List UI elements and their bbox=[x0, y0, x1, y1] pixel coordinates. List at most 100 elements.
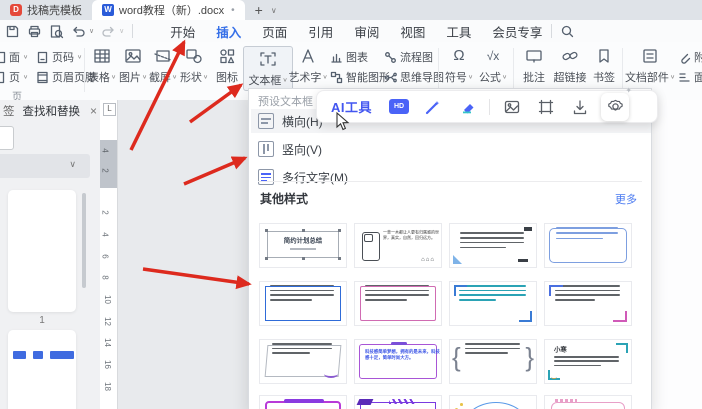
menu-tab-view[interactable]: 视图 bbox=[399, 20, 426, 43]
find-input[interactable] bbox=[0, 126, 14, 150]
textbox-style-thumbnail[interactable] bbox=[544, 223, 632, 268]
redo-chevron-icon[interactable]: ∨ bbox=[119, 27, 124, 35]
flowchart-button[interactable]: 流程图 bbox=[384, 49, 433, 65]
screenshot-button[interactable]: 截屏 ∨ bbox=[148, 46, 178, 85]
ruler-number: 16 bbox=[102, 360, 112, 369]
textbox-style-thumbnail[interactable] bbox=[449, 281, 537, 326]
ruler-number: 2 bbox=[100, 210, 110, 215]
menu-tab-tools[interactable]: 工具 bbox=[445, 20, 472, 43]
textbox-style-thumbnail[interactable]: 科技感简单梦想，拥有的是未来，科技感十足，简单时尚大方。 bbox=[354, 339, 442, 384]
picture-icon bbox=[123, 46, 143, 66]
textbox-button[interactable]: 文本框 ∨ bbox=[243, 46, 293, 91]
scroll-shape bbox=[362, 232, 380, 261]
textbox-style-thumbnail[interactable]: {} bbox=[449, 339, 537, 384]
menu-tab-member[interactable]: 会员专享 bbox=[491, 20, 543, 43]
undo-chevron-icon[interactable]: ∨ bbox=[89, 27, 94, 35]
ruler-number: 2 bbox=[100, 168, 110, 173]
cover-button[interactable]: 面 ∨ bbox=[0, 49, 28, 65]
bookmark-button[interactable]: 书签 bbox=[590, 46, 618, 85]
mindmap-icon bbox=[384, 71, 397, 84]
redo-icon[interactable] bbox=[101, 24, 116, 39]
textbox-style-thumbnail[interactable] bbox=[259, 395, 347, 409]
ai-floating-toolbar: AI工具 HD ✦ bbox=[316, 86, 658, 123]
textbox-style-thumbnail[interactable]: 简约计划总结 bbox=[259, 223, 347, 268]
find-replace-sidebar: 签 查找和替换 × ∨ 1 bbox=[0, 100, 101, 409]
settings-button[interactable]: ✦ bbox=[601, 86, 632, 121]
mindmap-button[interactable]: 思维导图 bbox=[384, 69, 444, 85]
textbox-style-thumbnail[interactable] bbox=[544, 281, 632, 326]
smartart-icon bbox=[330, 71, 343, 84]
textbox-style-thumbnail[interactable] bbox=[259, 339, 347, 384]
symbol-button[interactable]: Ω 符号 ∨ bbox=[443, 46, 475, 85]
sidebar-tab-find-replace[interactable]: 查找和替换 bbox=[23, 103, 81, 119]
icons-button[interactable]: 图标 bbox=[212, 46, 242, 85]
menu-tab-home[interactable]: 开始 bbox=[169, 20, 196, 43]
textbox-style-thumbnail[interactable]: 一草一木都让人更有归属感的世界，真实，自然，回归远方。 ⌂⌂⌂ bbox=[354, 223, 442, 268]
docer-icon: D bbox=[10, 4, 22, 16]
menu-tab-reference[interactable]: 引用 bbox=[307, 20, 334, 43]
eraser-button[interactable] bbox=[450, 98, 484, 116]
attachment-button[interactable]: 附件 bbox=[678, 49, 702, 65]
menu-item-multiline-textbox[interactable]: 多行文字(M) bbox=[251, 165, 651, 189]
smartart-button[interactable]: 智能图形 bbox=[330, 69, 390, 85]
screenshot-icon bbox=[153, 46, 173, 66]
doc-parts-button[interactable]: 文档部件 ∨ bbox=[625, 46, 675, 85]
wordart-button[interactable]: 艺术字 ∨ bbox=[288, 46, 328, 85]
page-thumbnail-1[interactable] bbox=[8, 190, 76, 312]
find-options-dropdown[interactable]: ∨ bbox=[0, 154, 90, 178]
textbox-style-thumbnail[interactable] bbox=[259, 281, 347, 326]
cut-off-button[interactable]: 面 bbox=[678, 69, 702, 85]
menu-tab-review[interactable]: 审阅 bbox=[353, 20, 380, 43]
textbox-style-thumbnail[interactable] bbox=[354, 281, 442, 326]
download-button[interactable] bbox=[563, 98, 597, 116]
paperclip-icon bbox=[678, 51, 691, 64]
title-bar: D 找稿壳模板 W word教程（新）.docx • + ∨ bbox=[0, 0, 702, 20]
ruler-number: 12 bbox=[102, 317, 112, 326]
textbox-style-thumbnail[interactable] bbox=[449, 223, 537, 268]
menu-item-vertical-textbox[interactable]: 竖向(V) bbox=[251, 137, 651, 161]
sidebar-close-icon[interactable]: × bbox=[90, 104, 97, 118]
tab-stop-selector[interactable]: L bbox=[103, 103, 116, 116]
page-number-label: 页码 bbox=[52, 52, 74, 64]
tab-current-document[interactable]: W word教程（新）.docx • bbox=[92, 0, 245, 20]
textbox-style-thumbnail[interactable] bbox=[354, 395, 442, 409]
textbox-style-thumbnail[interactable]: 小寒 bbox=[544, 339, 632, 384]
sidebar-tab-bookmark-partial[interactable]: 签 bbox=[3, 103, 15, 119]
formula-button[interactable]: √x 公式 ∨ bbox=[477, 46, 509, 85]
undo-icon[interactable] bbox=[71, 24, 86, 39]
print-icon[interactable] bbox=[27, 24, 42, 39]
more-link[interactable]: 更多 bbox=[615, 191, 637, 207]
doc-parts-icon bbox=[640, 46, 660, 66]
chart-button[interactable]: 图表 bbox=[330, 49, 368, 65]
search-icon[interactable] bbox=[560, 24, 575, 39]
comment-button[interactable]: 批注 bbox=[518, 46, 550, 85]
ruler-number: 6 bbox=[100, 254, 110, 259]
blank-page-button[interactable]: 页 ∨ bbox=[0, 69, 28, 85]
menu-tab-page[interactable]: 页面 bbox=[261, 20, 288, 43]
icons-icon bbox=[217, 46, 237, 66]
page-thumbnail-2[interactable] bbox=[8, 330, 76, 409]
tab-docer-template[interactable]: D 找稿壳模板 bbox=[0, 0, 92, 20]
table-button[interactable]: 表格 ∨ bbox=[86, 46, 118, 85]
menu-tab-insert[interactable]: 插入 bbox=[215, 20, 242, 46]
magic-wand-button[interactable] bbox=[416, 98, 450, 116]
tab-list-chevron-icon[interactable]: ∨ bbox=[271, 6, 277, 15]
textbox-style-thumbnail[interactable] bbox=[544, 395, 632, 409]
textbox-style-thumbnail[interactable] bbox=[449, 395, 537, 409]
shapes-button[interactable]: 形状 ∨ bbox=[178, 46, 210, 85]
page-number-button[interactable]: 页码 ∨ bbox=[36, 49, 82, 65]
menu-tabs: 开始 插入 页面 引用 审阅 视图 工具 会员专享 bbox=[169, 20, 543, 46]
ruler-number: 14 bbox=[102, 338, 112, 347]
hyperlink-button[interactable]: 超链接 bbox=[552, 46, 588, 85]
picture-button[interactable]: 图片 ∨ bbox=[118, 46, 148, 85]
sidebar-scrollbar[interactable] bbox=[82, 193, 86, 288]
ai-tools-button[interactable]: AI工具 bbox=[331, 97, 372, 116]
thumb-text: 科技感简单梦想，拥有的是未来，科技感十足，简单时尚大方。 bbox=[365, 349, 440, 360]
hd-enhance-button[interactable]: HD bbox=[382, 99, 416, 114]
flowchart-icon bbox=[384, 51, 397, 64]
image-edit-button[interactable] bbox=[495, 98, 529, 116]
new-tab-button[interactable]: + bbox=[255, 2, 263, 18]
save-icon[interactable] bbox=[5, 24, 20, 39]
print-preview-icon[interactable] bbox=[49, 24, 64, 39]
crop-frame-button[interactable] bbox=[529, 98, 563, 116]
